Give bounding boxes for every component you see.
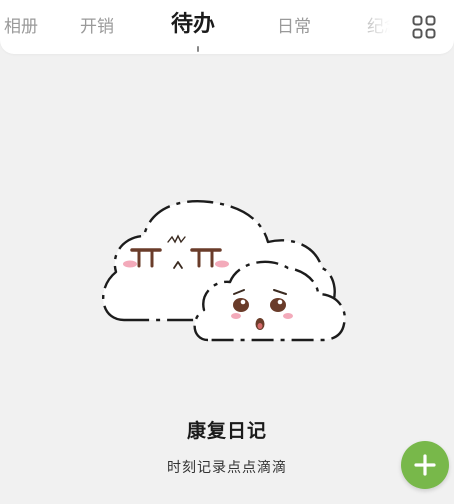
tab-strip[interactable]: 相册 开销 待办 日常 纪念	[0, 0, 400, 54]
empty-state-subtitle: 时刻记录点点滴滴	[167, 460, 287, 476]
empty-state-title: 康复日记	[186, 420, 267, 442]
apps-grid-button[interactable]	[410, 13, 438, 41]
top-tab-bar: 相册 开销 待办 日常 纪念	[0, 0, 454, 54]
cute-clouds-illustration	[96, 190, 358, 350]
tab-daily[interactable]: 日常	[277, 12, 311, 42]
tab-memorial[interactable]: 纪念	[367, 12, 397, 42]
tab-expense[interactable]: 开销	[80, 12, 114, 42]
tab-todo[interactable]: 待办	[171, 10, 215, 40]
add-todo-button[interactable]	[401, 441, 449, 489]
apps-grid-icon	[412, 15, 436, 39]
plus-icon	[414, 454, 436, 476]
tab-album[interactable]: 相册	[0, 12, 38, 42]
active-tab-indicator	[197, 46, 199, 52]
